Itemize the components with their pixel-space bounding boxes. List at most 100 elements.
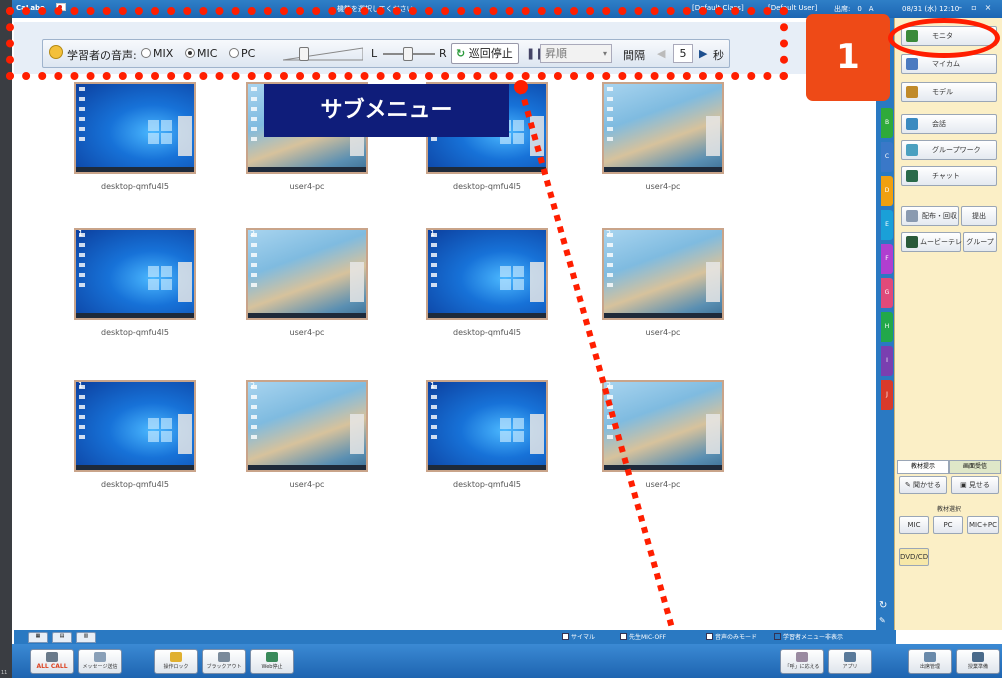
pin-icon[interactable]: ✎	[879, 616, 886, 625]
all-call-button[interactable]: ALL CALL	[30, 649, 74, 674]
simul-toggle[interactable]: サイマル	[562, 632, 595, 641]
teacher-mic-toggle[interactable]: 先生MIC-OFF	[620, 632, 666, 641]
distribute-label: 配布・回収	[922, 212, 957, 220]
movie-teleco-button[interactable]: ムービーテレコ	[901, 232, 969, 252]
call-response-button[interactable]: 「呼」に応える	[780, 649, 824, 674]
desktop-icons	[79, 385, 85, 445]
simul-checkbox	[562, 633, 569, 640]
student-screen-thumbnail[interactable]	[602, 82, 724, 174]
function-label: チャット	[932, 172, 960, 180]
group-tab[interactable]: J	[881, 380, 893, 410]
student-screen-thumbnail[interactable]: 2	[246, 380, 368, 472]
side-panel	[178, 116, 192, 156]
show-button[interactable]: ▣ 見せる	[951, 476, 999, 494]
web-stop-button[interactable]: Web停止	[250, 649, 294, 674]
lock-button[interactable]: 操作ロック	[154, 649, 198, 674]
monitor-highlight	[888, 18, 1000, 58]
taskbar	[428, 313, 546, 318]
taskbar	[248, 167, 366, 172]
distribute-button[interactable]: 配布・回収	[901, 206, 959, 226]
screen-icon: ▣	[960, 481, 967, 489]
app-window: { "app": { "title": "CaLabo", "title_mes…	[0, 0, 1002, 678]
layout-tab-3[interactable]: ▥	[76, 632, 96, 643]
source-mic-button[interactable]: MIC	[899, 516, 929, 534]
monitor-grid: desktop-qmfu4l5 user4-pc desktop-qmfu4l5 us…	[14, 74, 880, 630]
dvd-button[interactable]: DVD/CD	[899, 548, 929, 566]
message-icon	[94, 652, 106, 662]
source-micpc-button[interactable]: MIC+PC	[967, 516, 999, 534]
taskbar	[248, 313, 366, 318]
tab-screen-receive[interactable]: 画面受信	[949, 460, 1001, 474]
source-pc-button[interactable]: PC	[933, 516, 963, 534]
hide-learner-menu-checkbox	[774, 633, 781, 640]
function-icon	[906, 170, 918, 182]
layout-tab-2[interactable]: ▤	[52, 632, 72, 643]
group-tab[interactable]: G	[881, 278, 893, 308]
student-screen-thumbnail[interactable]: 2	[602, 228, 724, 320]
submit-button[interactable]: 提出	[961, 206, 997, 226]
audio-only-toggle[interactable]: 音声のみモード	[706, 632, 757, 641]
desktop-icons	[431, 385, 437, 445]
refresh-icon[interactable]: ↻	[879, 600, 887, 611]
close-icon[interactable]: ×	[982, 2, 994, 14]
record-icon	[972, 652, 984, 662]
record-label: 授業準備	[967, 664, 988, 670]
function-button[interactable]: グループワーク	[901, 140, 997, 160]
right-panel: モニタ マイカム モデル 会話 グループワーク チャット 配布・回収 提出 ムービーテレコ…	[894, 18, 1002, 630]
apps-icon	[844, 652, 856, 662]
function-button[interactable]: 会話	[901, 114, 997, 134]
desktop-icons	[251, 385, 257, 445]
student-screen-thumbnail[interactable]: 2	[246, 228, 368, 320]
group-button[interactable]: グループ	[963, 232, 997, 252]
function-button[interactable]: チャット	[901, 166, 997, 186]
minimize-icon[interactable]: –	[954, 2, 966, 14]
thumbnail-index: 2	[606, 229, 612, 238]
group-tab[interactable]: I	[881, 346, 893, 376]
group-tab[interactable]: F	[881, 244, 893, 274]
movie-icon	[906, 236, 918, 248]
layout-tab-1[interactable]: ▦	[28, 632, 48, 643]
lock-icon	[170, 652, 182, 662]
group-tab[interactable]: D	[881, 176, 893, 206]
audio-only-checkbox	[706, 633, 713, 640]
hide-learner-menu-toggle[interactable]: 学習者メニュー非表示	[774, 632, 843, 641]
highlight-frame	[6, 7, 788, 80]
blackout-button[interactable]: ブラックアウト	[202, 649, 246, 674]
function-button[interactable]: モデル	[901, 82, 997, 102]
group-tab[interactable]: H	[881, 312, 893, 342]
attendance-button[interactable]: 出席管理	[908, 649, 952, 674]
record-button[interactable]: 授業準備	[956, 649, 1000, 674]
listen-label: 聞かせる	[913, 481, 942, 489]
apps-label: アプリ	[842, 664, 858, 670]
message-button[interactable]: メッセージ送信	[78, 649, 122, 674]
student-screen-thumbnail[interactable]: 1	[426, 228, 548, 320]
listen-button[interactable]: ✎ 聞かせる	[899, 476, 947, 494]
student-screen-thumbnail[interactable]: 2	[602, 380, 724, 472]
desktop-icons	[607, 385, 613, 445]
student-screen-thumbnail[interactable]: 1	[74, 380, 196, 472]
lock-label: 操作ロック	[163, 664, 189, 670]
student-screen-thumbnail[interactable]: 1	[74, 228, 196, 320]
web-stop-label: Web停止	[261, 664, 283, 670]
tab-material-presentation[interactable]: 教材提示	[897, 460, 949, 474]
bottom-toolbar: ALL CALL メッセージ送信 操作ロック ブラックアウト Web停止 「呼」…	[12, 644, 1002, 678]
student-screen-thumbnail[interactable]: 1	[426, 380, 548, 472]
function-icon	[906, 144, 918, 156]
restore-icon[interactable]: ▫	[968, 2, 980, 14]
thumbnail-index: 1	[430, 229, 436, 238]
group-tab[interactable]: C	[881, 142, 893, 172]
desktop-icons	[431, 233, 437, 293]
student-screen-thumbnail[interactable]	[74, 82, 196, 174]
thumbnail-index: 2	[606, 381, 612, 390]
apps-button[interactable]: アプリ	[828, 649, 872, 674]
function-label: グループワーク	[932, 146, 981, 154]
group-tab[interactable]: E	[881, 210, 893, 240]
thumbnail-label: user4-pc	[645, 182, 681, 191]
message-label: メッセージ送信	[82, 664, 118, 670]
headset-icon	[46, 652, 58, 662]
thumbnail-index: 1	[430, 381, 436, 390]
side-panel	[706, 116, 720, 156]
group-tab[interactable]: B	[881, 108, 893, 138]
taskbar	[76, 167, 194, 172]
desktop-icons	[251, 233, 257, 293]
